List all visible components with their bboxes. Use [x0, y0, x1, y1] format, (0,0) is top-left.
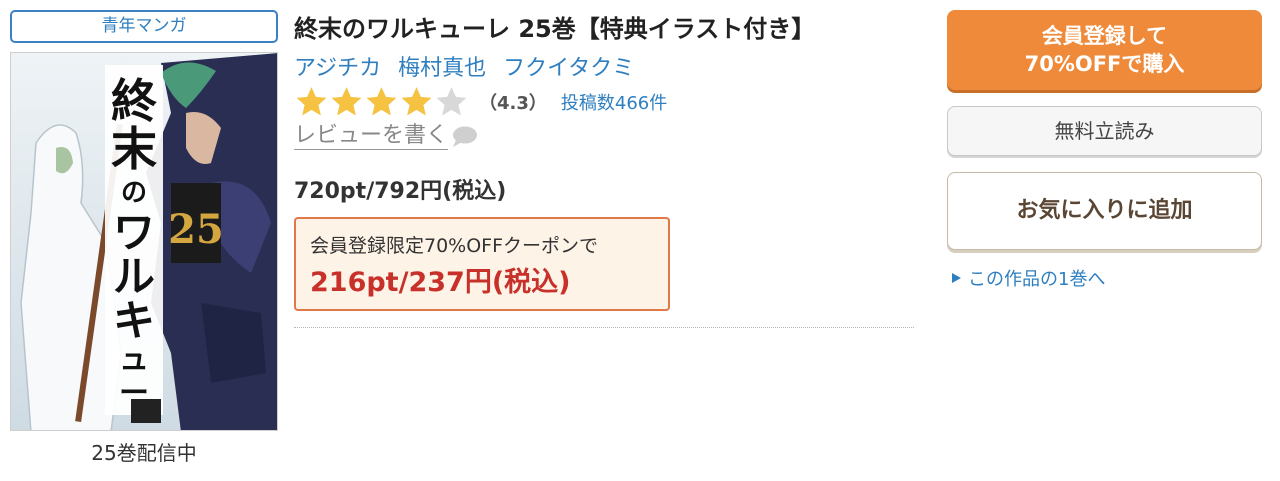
price: 720pt/792円(税込)	[294, 179, 507, 204]
svg-text:ュ: ュ	[119, 342, 149, 377]
star-empty-icon	[436, 87, 467, 116]
svg-text:ワ: ワ	[113, 208, 155, 257]
star-icon	[331, 87, 362, 116]
first-volume-label: この作品の1巻へ	[968, 269, 1106, 290]
cover-illustration: 終 末 の ワ ル キ ュ ー 25	[11, 53, 277, 430]
product-title: 終末のワルキューレ 25巻【特典イラスト付き】	[294, 15, 816, 43]
rating: （4.3） 投稿数466件	[294, 84, 667, 120]
author-link[interactable]: フクイタクミ	[503, 56, 634, 81]
review-count-link[interactable]: 投稿数466件	[561, 89, 667, 115]
triangle-right-icon	[952, 273, 961, 283]
author-list: アジチカ 梅村真也 フクイタクミ	[294, 50, 644, 82]
star-icon	[296, 87, 327, 116]
svg-text:ル: ル	[113, 252, 155, 301]
speech-bubble-icon	[453, 126, 478, 147]
free-preview-button[interactable]: 無料立読み	[947, 106, 1262, 156]
write-review-label: レビューを書く	[294, 123, 449, 150]
book-cover[interactable]: 終 末 の ワ ル キ ュ ー 25	[10, 52, 278, 431]
author-link[interactable]: アジチカ	[294, 56, 381, 81]
coupon-box: 会員登録限定70%OFFクーポンで 216pt/237円(税込)	[294, 217, 670, 311]
svg-text:の: の	[121, 178, 147, 208]
author-link[interactable]: 梅村真也	[398, 56, 486, 81]
divider	[294, 327, 914, 328]
signup-line2: 70%OFFで購入	[1024, 52, 1185, 76]
signup-purchase-button[interactable]: 会員登録して 70%OFFで購入	[947, 10, 1262, 90]
coupon-label: 会員登録限定70%OFFクーポンで	[310, 235, 599, 257]
rating-score: （4.3）	[479, 93, 547, 114]
svg-text:末: 末	[111, 122, 157, 176]
signup-line1: 会員登録して	[1041, 24, 1168, 48]
svg-text:終: 終	[111, 74, 157, 128]
write-review-link[interactable]: レビューを書く	[294, 123, 478, 150]
svg-text:キ: キ	[113, 296, 155, 345]
genre-tag[interactable]: 青年マンガ	[10, 10, 278, 43]
first-volume-link[interactable]: この作品の1巻へ	[950, 265, 1105, 291]
svg-text:25: 25	[168, 206, 224, 253]
star-icon	[401, 87, 432, 116]
add-favorite-button[interactable]: お気に入りに追加	[947, 172, 1262, 250]
coupon-price: 216pt/237円(税込)	[310, 267, 571, 298]
volume-status: 25巻配信中	[91, 441, 197, 465]
star-icon	[366, 87, 397, 116]
